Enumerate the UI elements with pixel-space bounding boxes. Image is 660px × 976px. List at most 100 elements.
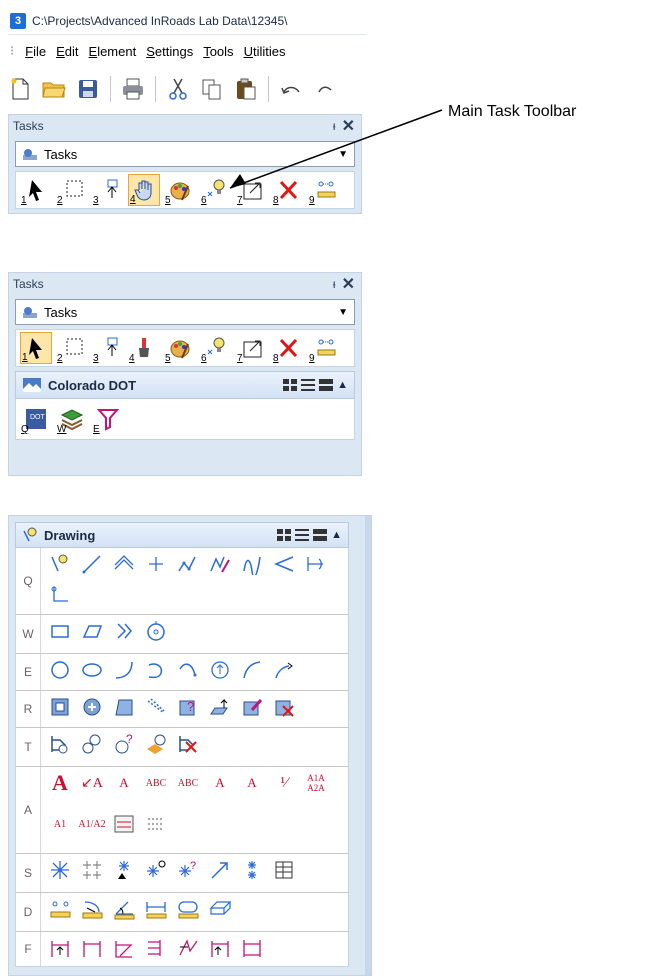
placement-tool[interactable]: 3 — [92, 332, 124, 364]
delete-pattern-tool[interactable] — [269, 694, 299, 720]
place-regular-polygon-tool[interactable] — [141, 618, 171, 644]
filter-tool[interactable]: E — [92, 403, 124, 435]
replace-cells-tool[interactable] — [237, 857, 267, 883]
define-cell-origin-tool[interactable] — [141, 857, 171, 883]
freehand-tool[interactable] — [205, 551, 235, 577]
print-icon[interactable] — [121, 77, 145, 101]
menu-tools[interactable]: Tools — [202, 42, 234, 61]
place-arc-tool[interactable] — [109, 657, 139, 683]
modify-arc-radius-tool[interactable] — [141, 657, 171, 683]
redo-icon[interactable] — [313, 77, 337, 101]
grid-view-icon[interactable] — [283, 379, 298, 391]
dimension-ordinates-tool[interactable] — [141, 935, 171, 961]
paint-palette-tool[interactable]: 5 — [164, 332, 196, 364]
close-icon[interactable]: ✕ — [342, 274, 355, 294]
match-text-attributes-tool[interactable]: A — [237, 770, 267, 796]
copy-increment-text-tool[interactable]: A1A A2A — [301, 770, 331, 796]
cut-icon[interactable] — [166, 77, 190, 101]
measure-length-tool[interactable] — [141, 896, 171, 922]
place-note-tool[interactable]: ↙A — [77, 770, 107, 796]
increment-text-tool[interactable]: ¹⁄ — [269, 770, 299, 796]
undo-icon[interactable] — [279, 77, 303, 101]
copy-enter-data-field-tool[interactable]: A1 — [45, 811, 75, 837]
list-view-icon[interactable] — [295, 529, 310, 541]
tasks-dropdown[interactable]: Tasks ▼ — [15, 299, 355, 325]
place-active-cell-matrix-tool[interactable] — [77, 857, 107, 883]
layers-tool[interactable]: W — [56, 403, 88, 435]
element-selection-tool[interactable]: 1 — [20, 332, 52, 364]
drawing-section-header[interactable]: Drawing ▲ — [15, 522, 349, 548]
pin-icon[interactable]: ᵼ — [333, 277, 336, 291]
multi-line-tool[interactable] — [109, 551, 139, 577]
delete-tool[interactable]: 8 — [272, 332, 304, 364]
select-and-place-cell-tool[interactable] — [109, 857, 139, 883]
place-line-terminator-tool[interactable] — [205, 857, 235, 883]
dimension-radial-tool[interactable] — [173, 935, 203, 961]
menu-settings[interactable]: Settings — [145, 42, 194, 61]
construct-bisector-tool[interactable] — [45, 582, 75, 608]
identify-cell-tool[interactable]: ? — [173, 857, 203, 883]
element-dimensioning-tool[interactable] — [45, 935, 75, 961]
place-block-tool[interactable] — [45, 618, 75, 644]
place-shape-tool[interactable] — [77, 618, 107, 644]
change-tags-tool[interactable] — [141, 731, 171, 757]
colorado-dot-section-header[interactable]: Colorado DOT ▲ — [15, 371, 355, 399]
pattern-area-tool[interactable]: ? — [173, 694, 203, 720]
crosshatch-area-tool[interactable] — [141, 694, 171, 720]
smartline-lightbulb-tool[interactable] — [45, 551, 75, 577]
open-folder-icon[interactable] — [42, 77, 66, 101]
geometric-tolerance-tool[interactable] — [237, 935, 267, 961]
fence-tool[interactable]: 2 — [56, 174, 88, 206]
cell-library-tool[interactable] — [269, 857, 299, 883]
edit-tags-tool[interactable] — [77, 731, 107, 757]
text-fields-tool[interactable] — [109, 811, 139, 837]
paste-icon[interactable] — [234, 77, 258, 101]
angle-line-tool[interactable] — [269, 551, 299, 577]
modify-arc-angle-tool[interactable] — [173, 657, 203, 683]
curve-stream-tool[interactable] — [237, 551, 267, 577]
edit-text-tool[interactable]: A — [109, 770, 139, 796]
detail-view-icon[interactable] — [313, 529, 328, 541]
collapse-icon[interactable]: ▲ — [337, 379, 348, 391]
dot-settings-tool[interactable]: DOT Q — [20, 403, 52, 435]
menu-edit[interactable]: Edit — [55, 42, 79, 61]
change-text-attributes-tool[interactable]: ABC — [173, 770, 203, 796]
review-tags-tool[interactable]: ? — [109, 731, 139, 757]
place-quarter-ellipse-tool[interactable] — [269, 657, 299, 683]
measure-angle-tool[interactable] — [109, 896, 139, 922]
menu-utilities[interactable]: Utilities — [243, 42, 287, 61]
place-line-tool[interactable] — [77, 551, 107, 577]
place-stream-tool[interactable] — [173, 551, 203, 577]
new-file-icon[interactable] — [8, 77, 32, 101]
measure-radius-tool[interactable] — [77, 896, 107, 922]
measure-volume-tool[interactable] — [205, 896, 235, 922]
create-complex-shape-tool[interactable] — [77, 694, 107, 720]
place-text-tool[interactable]: A — [45, 770, 75, 796]
dimension-size-tool[interactable] — [77, 935, 107, 961]
place-cell-tool[interactable] — [45, 857, 75, 883]
hatch-area-tool[interactable] — [109, 694, 139, 720]
element-selection-tool[interactable]: 1 — [20, 174, 52, 206]
fence-tool[interactable]: 2 — [56, 332, 88, 364]
place-tag-tool[interactable] — [45, 731, 75, 757]
delete-tag-tool[interactable] — [173, 731, 203, 757]
modify-arc-axis-tool[interactable] — [205, 657, 235, 683]
measure-tool[interactable]: 9 — [308, 332, 340, 364]
copy-icon[interactable] — [200, 77, 224, 101]
detail-view-icon[interactable] — [319, 379, 334, 391]
display-text-attributes-tool[interactable]: A — [205, 770, 235, 796]
placement-tool[interactable]: 3 — [92, 174, 124, 206]
change-area-tool[interactable] — [237, 694, 267, 720]
measure-area-tool[interactable] — [173, 896, 203, 922]
measure-distance-tool[interactable] — [45, 896, 75, 922]
list-view-icon[interactable] — [301, 379, 316, 391]
lightbulb-tool[interactable]: 6 — [200, 332, 232, 364]
dimension-angle-tool[interactable] — [109, 935, 139, 961]
place-ellipse-tool[interactable] — [77, 657, 107, 683]
fill-in-data-field-tool[interactable]: A1/A2 — [77, 811, 107, 837]
orthogonal-shape-tool[interactable] — [109, 618, 139, 644]
place-point-tool[interactable] — [141, 551, 171, 577]
spell-checker-tool[interactable]: ABC — [141, 770, 171, 796]
fill-tool[interactable] — [205, 694, 235, 720]
paint-palette-tool[interactable]: 5 — [164, 174, 196, 206]
